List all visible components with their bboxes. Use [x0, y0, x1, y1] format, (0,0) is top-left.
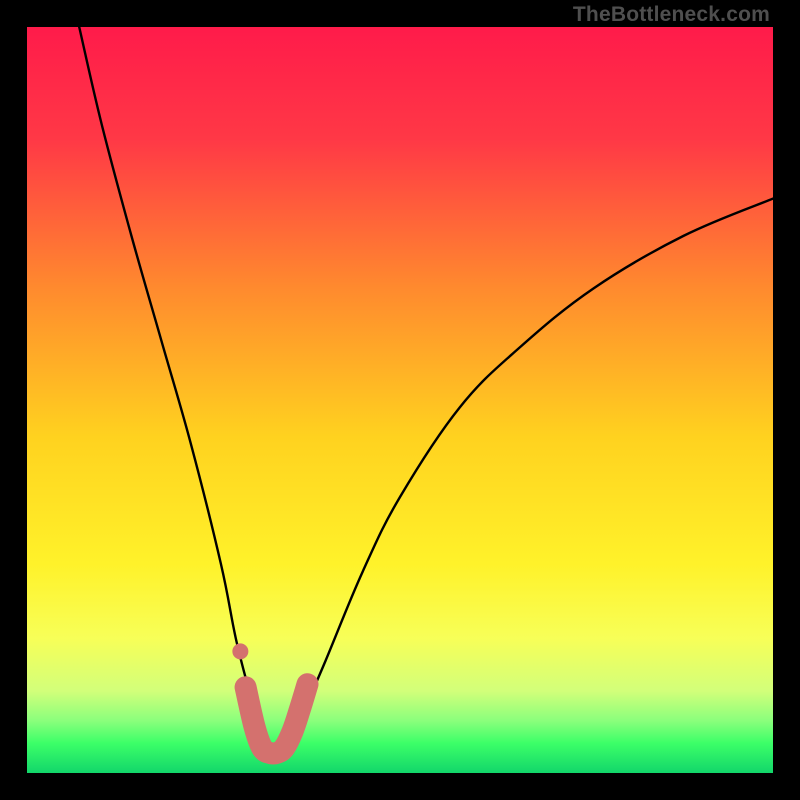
- chart-curves: [27, 27, 773, 773]
- outlier-dot: [232, 643, 248, 659]
- watermark-text: TheBottleneck.com: [573, 3, 770, 27]
- trough-marker: [246, 684, 308, 753]
- bottleneck-curve: [79, 27, 773, 756]
- chart-frame: [27, 27, 773, 773]
